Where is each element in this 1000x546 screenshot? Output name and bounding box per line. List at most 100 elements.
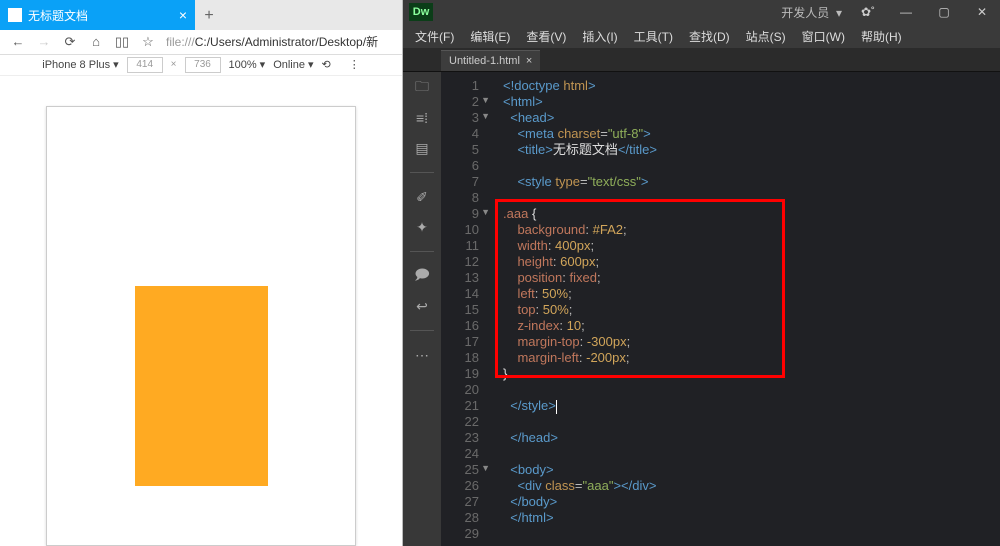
code-view-icon[interactable]: ✐ xyxy=(412,187,432,207)
code-line[interactable] xyxy=(503,156,1000,172)
code-line[interactable] xyxy=(503,380,1000,396)
window-close-icon[interactable]: ✕ xyxy=(970,4,994,20)
line-number: 4 xyxy=(441,124,479,140)
code-line[interactable]: </body> xyxy=(503,492,1000,508)
code-line[interactable]: <body> xyxy=(503,460,1000,476)
menu-item[interactable]: 查找(D) xyxy=(683,26,736,47)
rotate-icon[interactable]: ⟲ xyxy=(322,58,331,71)
device-select[interactable]: iPhone 8 Plus ▾ xyxy=(42,58,118,71)
line-number: 25▼ xyxy=(441,460,479,476)
line-number: 7 xyxy=(441,172,479,188)
code-line[interactable]: </html> xyxy=(503,508,1000,524)
inspect-icon[interactable]: ✦ xyxy=(412,217,432,237)
menu-item[interactable]: 查看(V) xyxy=(520,26,572,47)
line-number: 27 xyxy=(441,492,479,508)
code-editor[interactable]: 12▼3▼456789▼1011121314151617181920212223… xyxy=(441,72,1000,546)
code-line[interactable]: left: 50%; xyxy=(503,284,1000,300)
line-number: 13 xyxy=(441,268,479,284)
kebab-icon[interactable]: ⋮ xyxy=(349,58,360,71)
code-line[interactable]: margin-top: -300px; xyxy=(503,332,1000,348)
side-toolbar: 🗀 ≡⁞ ▤ ✐ ✦ 🗩 ↩ ⋯ xyxy=(403,72,441,546)
height-input[interactable]: 736 xyxy=(185,57,221,73)
code-line[interactable]: margin-left: -200px; xyxy=(503,348,1000,364)
line-number: 14 xyxy=(441,284,479,300)
code-line[interactable]: top: 50%; xyxy=(503,300,1000,316)
line-number: 18 xyxy=(441,348,479,364)
gear-icon[interactable]: ✿˚ xyxy=(856,4,880,20)
close-icon[interactable]: × xyxy=(179,7,187,23)
code-line[interactable]: <!doctype html> xyxy=(503,76,1000,92)
menu-item[interactable]: 插入(I) xyxy=(576,26,623,47)
code-line[interactable]: <html> xyxy=(503,92,1000,108)
line-number: 15 xyxy=(441,300,479,316)
format-icon[interactable]: ≡⁞ xyxy=(412,108,432,128)
menu-item[interactable]: 站点(S) xyxy=(740,26,792,47)
separator xyxy=(410,251,434,252)
code-line[interactable]: <style type="text/css"> xyxy=(503,172,1000,188)
code-line[interactable]: <meta charset="utf-8"> xyxy=(503,124,1000,140)
line-number: 19 xyxy=(441,364,479,380)
dw-titlebar: Dw 开发人员 ▾ ✿˚ — ▢ ✕ xyxy=(403,0,1000,24)
url-text[interactable]: file:///C:/Users/Administrator/Desktop/新 xyxy=(166,33,392,50)
code-line[interactable]: </head> xyxy=(503,428,1000,444)
file-tab[interactable]: Untitled-1.html × xyxy=(441,50,540,71)
menu-item[interactable]: 工具(T) xyxy=(628,26,679,47)
menu-item[interactable]: 窗口(W) xyxy=(796,26,851,47)
file-manager-icon[interactable]: 🗀 xyxy=(412,78,432,98)
line-gutter: 12▼3▼456789▼1011121314151617181920212223… xyxy=(441,72,487,546)
code-line[interactable]: background: #FA2; xyxy=(503,220,1000,236)
menu-item[interactable]: 编辑(E) xyxy=(464,26,516,47)
line-number: 10 xyxy=(441,220,479,236)
code-area[interactable]: <!doctype html><html> <head> <meta chars… xyxy=(487,72,1000,546)
code-line[interactable] xyxy=(503,444,1000,460)
minimize-icon[interactable]: — xyxy=(894,4,918,20)
code-line[interactable]: .aaa { xyxy=(503,204,1000,220)
zoom-select[interactable]: 100% ▾ xyxy=(229,58,266,71)
menu-item[interactable]: 帮助(H) xyxy=(855,26,908,47)
tab-title: 无标题文档 xyxy=(28,7,88,24)
code-line[interactable]: height: 600px; xyxy=(503,252,1000,268)
assets-icon[interactable]: ▤ xyxy=(412,138,432,158)
line-number: 24 xyxy=(441,444,479,460)
reload-icon[interactable]: ⟳ xyxy=(62,34,78,50)
reader-icon[interactable]: ▯▯ xyxy=(114,34,130,50)
maximize-icon[interactable]: ▢ xyxy=(932,4,956,20)
code-line[interactable]: position: fixed; xyxy=(503,268,1000,284)
code-line[interactable]: </style> xyxy=(503,396,1000,412)
line-number: 3▼ xyxy=(441,108,479,124)
new-tab-button[interactable]: + xyxy=(195,2,223,30)
line-number: 22 xyxy=(441,412,479,428)
code-line[interactable]: } xyxy=(503,364,1000,380)
width-input[interactable]: 414 xyxy=(127,57,163,73)
line-number: 9▼ xyxy=(441,204,479,220)
browser-tab[interactable]: 无标题文档 × xyxy=(0,0,195,30)
code-line[interactable] xyxy=(503,524,1000,540)
more-icon[interactable]: ⋯ xyxy=(412,345,432,365)
device-toolbar: iPhone 8 Plus ▾ 414 × 736 100% ▾ Online … xyxy=(0,55,402,76)
browser-tabbar: 无标题文档 × + xyxy=(0,0,402,30)
menu-item[interactable]: 文件(F) xyxy=(409,26,460,47)
layout-select[interactable]: 开发人员 ▾ xyxy=(781,4,842,21)
forward-icon[interactable]: → xyxy=(36,34,52,50)
wrap-icon[interactable]: ↩ xyxy=(412,296,432,316)
code-line[interactable] xyxy=(503,188,1000,204)
code-line[interactable]: <title>无标题文档</title> xyxy=(503,140,1000,156)
network-select[interactable]: Online ▾ xyxy=(273,58,313,71)
dim-separator: × xyxy=(171,59,177,70)
code-line[interactable]: <div class="aaa"></div> xyxy=(503,476,1000,492)
home-icon[interactable]: ⌂ xyxy=(88,34,104,50)
code-line[interactable]: z-index: 10; xyxy=(503,316,1000,332)
star-icon[interactable]: ☆ xyxy=(140,34,156,50)
code-line[interactable]: width: 400px; xyxy=(503,236,1000,252)
dw-logo: Dw xyxy=(409,3,433,21)
code-line[interactable] xyxy=(503,412,1000,428)
line-number: 20 xyxy=(441,380,479,396)
line-number: 2▼ xyxy=(441,92,479,108)
comment-icon[interactable]: 🗩 xyxy=(412,266,432,286)
back-icon[interactable]: ← xyxy=(10,34,26,50)
line-number: 26 xyxy=(441,476,479,492)
code-line[interactable]: <head> xyxy=(503,108,1000,124)
close-icon[interactable]: × xyxy=(526,55,532,67)
address-bar: ← → ⟳ ⌂ ▯▯ ☆ file:///C:/Users/Administra… xyxy=(0,30,402,55)
preview-page xyxy=(46,106,356,546)
